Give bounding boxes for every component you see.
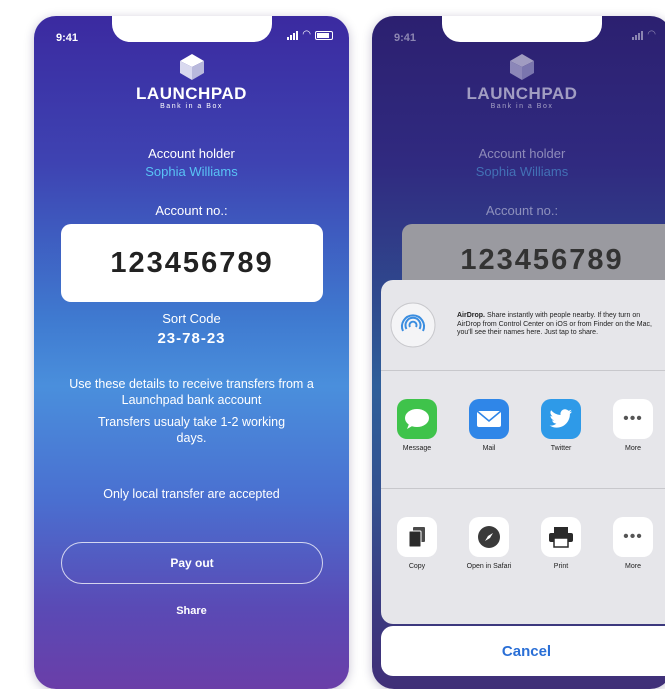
share-link[interactable]: Share bbox=[34, 605, 349, 617]
status-time: 9:41 bbox=[394, 32, 417, 44]
transfer-time-text: Transfers usualy take 1-2 working days. bbox=[97, 415, 286, 445]
battery-icon bbox=[315, 30, 333, 40]
wifi-icon: ◠ bbox=[302, 29, 311, 40]
account-number-label: Account no.: bbox=[485, 203, 559, 218]
account-holder-name: Sophia Williams bbox=[475, 164, 569, 179]
logo-subtitle: Bank in a Box bbox=[160, 103, 223, 110]
account-number: 123456789 bbox=[110, 246, 274, 279]
account-holder-label: Account holder bbox=[478, 146, 566, 161]
airdrop-icon bbox=[390, 302, 436, 348]
rocket-box-icon bbox=[179, 54, 204, 80]
action-label-safari: Open in Safari bbox=[466, 563, 512, 570]
more-icon: ••• bbox=[613, 517, 653, 557]
pay-out-button[interactable]: Pay out bbox=[61, 542, 323, 584]
twitter-icon bbox=[541, 399, 581, 439]
status-icons: ◠ bbox=[632, 30, 656, 40]
action-label-more: More bbox=[625, 563, 641, 570]
share-apps-row: Message Mail Twitter ••• More bbox=[381, 371, 665, 489]
share-app-message[interactable]: Message bbox=[381, 399, 453, 453]
airdrop-title: AirDrop. bbox=[457, 312, 485, 320]
action-label-copy: Copy bbox=[408, 563, 426, 570]
account-number: 123456789 bbox=[460, 244, 624, 276]
share-actions-row: Copy Open in Safari Print ••• More bbox=[381, 489, 665, 607]
wifi-icon: ◠ bbox=[647, 29, 656, 40]
cancel-button[interactable]: Cancel bbox=[381, 626, 665, 676]
app-label-message: Message bbox=[402, 445, 432, 452]
logo-title: LAUNCHPAD bbox=[136, 84, 247, 103]
transfer-info-text: Use these details to receive transfers f… bbox=[69, 377, 314, 407]
action-label-print: Print bbox=[553, 563, 569, 570]
share-app-twitter[interactable]: Twitter bbox=[525, 399, 597, 453]
app-label-mail: Mail bbox=[482, 445, 496, 452]
launchpad-logo: LAUNCHPAD Bank in a Box bbox=[132, 52, 252, 110]
app-label-twitter: Twitter bbox=[550, 445, 572, 452]
copy-icon bbox=[397, 517, 437, 557]
share-action-copy[interactable]: Copy bbox=[381, 517, 453, 571]
account-number-box: 123456789 bbox=[61, 224, 323, 302]
share-action-print[interactable]: Print bbox=[525, 517, 597, 571]
airdrop-description: AirDrop. Share instantly with people nea… bbox=[457, 312, 664, 338]
logo-subtitle: Bank in a Box bbox=[490, 103, 554, 110]
signal-icon bbox=[287, 30, 299, 40]
status-icons: ◠ bbox=[287, 30, 333, 40]
sort-code-value: 23-78-23 bbox=[157, 330, 226, 347]
local-transfer-note: Only local transfer are accepted bbox=[103, 487, 280, 501]
message-icon bbox=[397, 399, 437, 439]
app-label-more: More bbox=[625, 445, 641, 452]
airdrop-row[interactable]: AirDrop. Share instantly with people nea… bbox=[381, 280, 665, 371]
print-icon bbox=[541, 517, 581, 557]
account-holder-name: Sophia Williams bbox=[145, 164, 238, 179]
safari-icon bbox=[469, 517, 509, 557]
share-action-more[interactable]: ••• More bbox=[597, 517, 665, 571]
device-notch bbox=[442, 16, 602, 42]
logo-title: LAUNCHPAD bbox=[466, 84, 578, 103]
share-app-mail[interactable]: Mail bbox=[453, 399, 525, 453]
mail-icon bbox=[469, 399, 509, 439]
share-sheet: AirDrop. Share instantly with people nea… bbox=[381, 280, 665, 624]
account-number-label: Account no.: bbox=[155, 203, 228, 218]
more-icon: ••• bbox=[613, 399, 653, 439]
signal-icon bbox=[632, 30, 644, 40]
share-app-more[interactable]: ••• More bbox=[597, 399, 665, 453]
account-holder-label: Account holder bbox=[148, 146, 235, 161]
rocket-box-icon bbox=[510, 54, 534, 80]
device-notch bbox=[111, 16, 272, 42]
sort-code-label: Sort Code bbox=[162, 311, 221, 326]
launchpad-logo: LAUNCHPAD Bank in a Box bbox=[462, 52, 582, 110]
airdrop-text: Share instantly with people nearby. If t… bbox=[457, 312, 652, 337]
account-details-screen: 9:41 ◠ LAUNCHPAD Bank in a Box Account h… bbox=[34, 16, 349, 689]
status-time: 9:41 bbox=[56, 32, 79, 44]
share-action-safari[interactable]: Open in Safari bbox=[453, 517, 525, 571]
share-sheet-screen: 9:41 ◠ LAUNCHPAD Bank in a Box Account h… bbox=[372, 16, 665, 689]
